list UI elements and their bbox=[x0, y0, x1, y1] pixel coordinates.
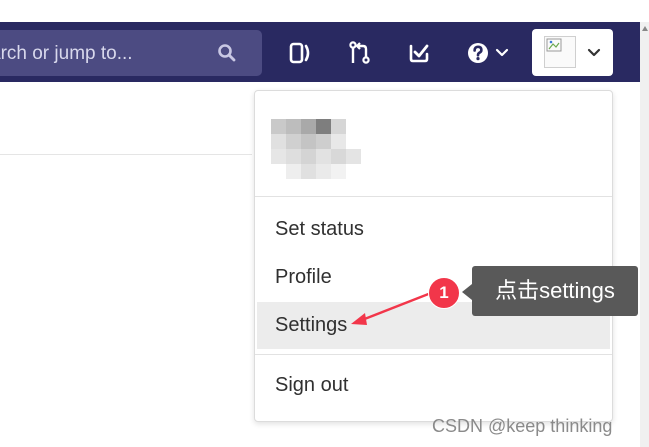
annotation-tooltip: 点击settings bbox=[472, 266, 638, 316]
watermark: CSDN @keep thinking bbox=[432, 416, 613, 436]
step-badge: 1 bbox=[428, 277, 460, 309]
callout-arrow-icon bbox=[351, 291, 432, 325]
tooltip-tail bbox=[462, 284, 472, 300]
